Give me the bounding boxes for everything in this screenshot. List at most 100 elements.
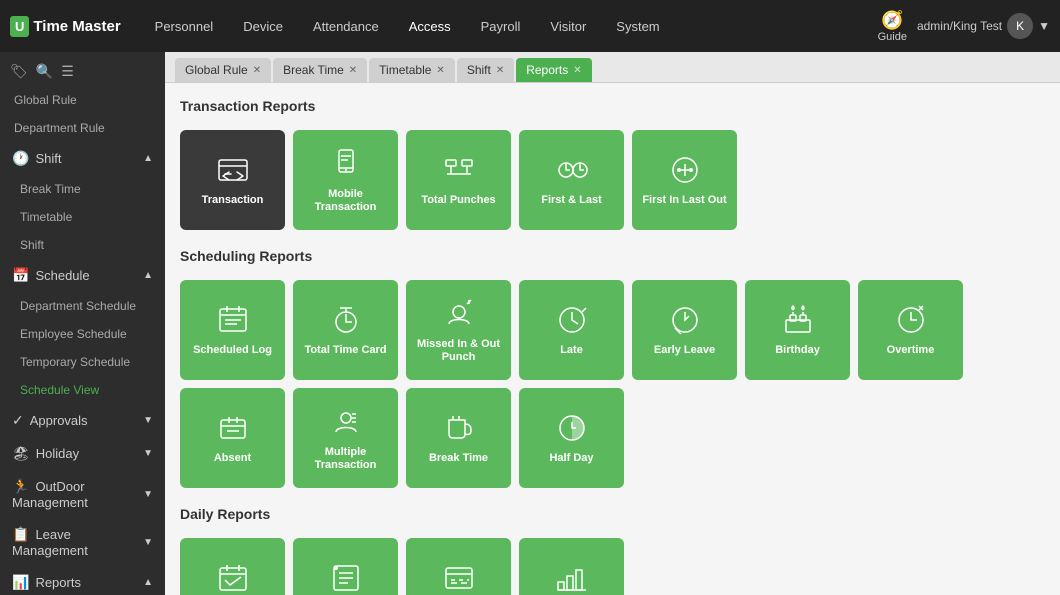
total-time-card-icon: [328, 302, 364, 338]
sidebar-item-department-schedule[interactable]: Department Schedule: [0, 292, 165, 320]
card-multiple-transaction[interactable]: Multiple Transaction: [293, 388, 398, 488]
missed-punch-label: Missed In & Out Punch: [414, 338, 503, 364]
close-icon[interactable]: ✕: [349, 65, 357, 76]
nav-right: 🧭 Guide admin/King Test K ▼: [878, 10, 1050, 43]
top-navigation: U Time Master Personnel Device Attendanc…: [0, 0, 1060, 52]
sidebar-section-schedule[interactable]: 📅Schedule ▲: [0, 259, 165, 292]
card-absent[interactable]: Absent: [180, 388, 285, 488]
card-late[interactable]: Late: [519, 280, 624, 380]
tabs-bar: Global Rule ✕ Break Time ✕ Timetable ✕ S…: [165, 52, 1060, 83]
approvals-label: Approvals: [30, 413, 88, 428]
guide-label: Guide: [878, 31, 907, 43]
transaction-label: Transaction: [202, 194, 264, 207]
total-time-card-label: Total Time Card: [304, 344, 386, 357]
nav-visitor[interactable]: Visitor: [536, 11, 600, 42]
absent-label: Absent: [214, 452, 251, 465]
sidebar-item-timetable[interactable]: Timetable: [0, 203, 165, 231]
reports-chevron-icon: ▲: [143, 577, 153, 588]
tab-global-rule-label: Global Rule: [185, 63, 248, 77]
sidebar-item-break-time[interactable]: Break Time: [0, 175, 165, 203]
logo-text: Time Master: [33, 18, 120, 35]
card-scheduled-log[interactable]: Scheduled Log: [180, 280, 285, 380]
nav-attendance[interactable]: Attendance: [299, 11, 393, 42]
close-icon[interactable]: ✕: [573, 65, 581, 76]
sidebar-item-global-rule[interactable]: Global Rule: [0, 86, 165, 114]
scheduling-reports-title: Scheduling Reports: [180, 248, 1045, 268]
nav-items: Personnel Device Attendance Access Payro…: [141, 11, 878, 42]
sidebar-tools: 🏷 🔍 ☰: [0, 57, 165, 86]
nav-device[interactable]: Device: [229, 11, 297, 42]
sidebar-section-reports[interactable]: 📊Reports ▲: [0, 566, 165, 595]
close-icon[interactable]: ✕: [253, 65, 261, 76]
search-icon[interactable]: 🔍: [36, 63, 53, 80]
card-daily-attendance[interactable]: Daily Attendance: [180, 538, 285, 595]
close-icon[interactable]: ✕: [436, 65, 444, 76]
card-overtime[interactable]: Overtime: [858, 280, 963, 380]
card-transaction[interactable]: Transaction: [180, 130, 285, 230]
late-icon: [554, 302, 590, 338]
card-first-last[interactable]: First & Last: [519, 130, 624, 230]
sidebar-section-holiday[interactable]: 🏖Holiday ▼: [0, 437, 165, 470]
sidebar: 🏷 🔍 ☰ Global Rule Department Rule 🕐Shift…: [0, 52, 165, 595]
first-last-icon: [554, 152, 590, 188]
scheduling-reports-grid: Scheduled Log Total Time Card: [180, 280, 1045, 488]
early-leave-icon: [667, 302, 703, 338]
nav-system[interactable]: System: [602, 11, 673, 42]
shift-chevron-icon: ▲: [143, 153, 153, 164]
card-total-time-card[interactable]: Total Time Card: [293, 280, 398, 380]
guide-button[interactable]: 🧭 Guide: [878, 10, 907, 43]
nav-personnel[interactable]: Personnel: [141, 11, 228, 42]
outdoor-chevron-icon: ▼: [143, 489, 153, 500]
tab-reports[interactable]: Reports ✕: [516, 58, 591, 82]
reports-content: Transaction Reports Transaction: [165, 83, 1060, 595]
close-icon[interactable]: ✕: [496, 65, 504, 76]
holiday-label: Holiday: [36, 446, 79, 461]
scheduled-log-icon: [215, 302, 251, 338]
sidebar-item-shift[interactable]: Shift: [0, 231, 165, 259]
late-label: Late: [560, 344, 583, 357]
logo-box: U: [10, 16, 29, 37]
card-birthday[interactable]: Birthday: [745, 280, 850, 380]
tab-global-rule[interactable]: Global Rule ✕: [175, 58, 271, 82]
daily-reports-grid: Daily Attendance Daily Details: [180, 538, 1045, 595]
card-daily-details[interactable]: Daily Details: [293, 538, 398, 595]
sidebar-section-approvals[interactable]: ✓Approvals ▼: [0, 404, 165, 437]
tab-break-time[interactable]: Break Time ✕: [273, 58, 367, 82]
card-half-day[interactable]: Half Day: [519, 388, 624, 488]
content-area: Global Rule ✕ Break Time ✕ Timetable ✕ S…: [165, 52, 1060, 595]
sidebar-item-temporary-schedule[interactable]: Temporary Schedule: [0, 348, 165, 376]
user-info[interactable]: admin/King Test K ▼: [917, 13, 1050, 39]
tab-timetable[interactable]: Timetable ✕: [369, 58, 455, 82]
list-icon[interactable]: ☰: [61, 63, 74, 80]
sidebar-item-department-rule[interactable]: Department Rule: [0, 114, 165, 142]
outdoor-icon: 🏃: [12, 478, 29, 494]
shift-label: Shift: [35, 151, 61, 166]
leave-icon: 📋: [12, 526, 29, 542]
daily-attendance-icon: [215, 560, 251, 595]
sidebar-item-schedule-view[interactable]: Schedule View: [0, 376, 165, 404]
sidebar-section-leave[interactable]: 📋Leave Management ▼: [0, 518, 165, 566]
card-early-leave[interactable]: Early Leave: [632, 280, 737, 380]
daily-details-icon: [328, 560, 364, 595]
main-layout: 🏷 🔍 ☰ Global Rule Department Rule 🕐Shift…: [0, 52, 1060, 595]
sidebar-item-employee-schedule[interactable]: Employee Schedule: [0, 320, 165, 348]
half-day-icon: [554, 410, 590, 446]
nav-access[interactable]: Access: [395, 11, 465, 42]
card-missed-punch[interactable]: Missed In & Out Punch: [406, 280, 511, 380]
daily-reports-title: Daily Reports: [180, 506, 1045, 526]
tab-shift-label: Shift: [467, 63, 491, 77]
card-first-in-last-out[interactable]: First In Last Out: [632, 130, 737, 230]
transaction-reports-title: Transaction Reports: [180, 98, 1045, 118]
sidebar-section-shift[interactable]: 🕐Shift ▲: [0, 142, 165, 175]
card-daily-status[interactable]: Daily Status: [519, 538, 624, 595]
nav-payroll[interactable]: Payroll: [467, 11, 535, 42]
sidebar-section-outdoor[interactable]: 🏃OutDoor Management ▼: [0, 470, 165, 518]
card-break-time[interactable]: Break Time: [406, 388, 511, 488]
tab-reports-label: Reports: [526, 63, 568, 77]
tab-shift[interactable]: Shift ✕: [457, 58, 514, 82]
app-logo[interactable]: U Time Master: [10, 16, 121, 37]
card-total-punches[interactable]: Total Punches: [406, 130, 511, 230]
card-daily-summary[interactable]: Daily Summary: [406, 538, 511, 595]
card-mobile-transaction[interactable]: Mobile Transaction: [293, 130, 398, 230]
tag-icon[interactable]: 🏷: [10, 63, 28, 80]
